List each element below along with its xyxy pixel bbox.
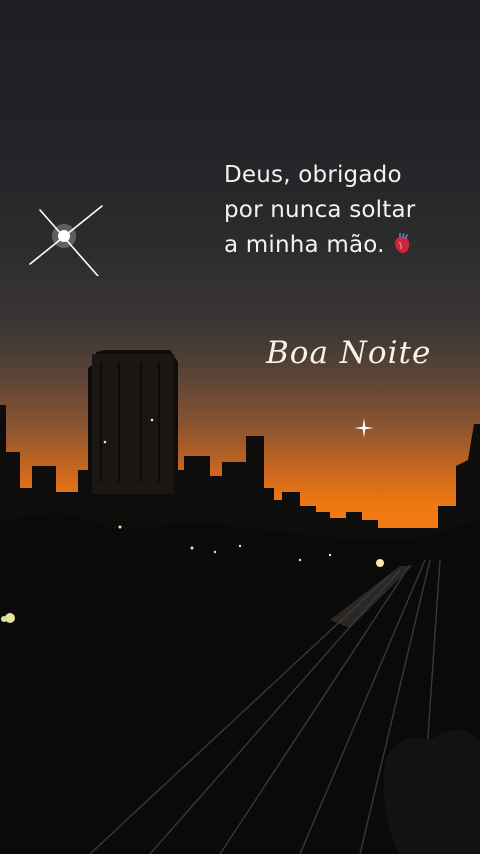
quote-text: Deus, obrigado por nunca soltar a minha … bbox=[224, 158, 464, 263]
quote-line: por nunca soltar bbox=[224, 197, 416, 223]
anatomical-heart-icon bbox=[394, 233, 409, 254]
quote-line: a minha mão. bbox=[224, 228, 464, 263]
quote-line: Deus, obrigado bbox=[224, 162, 402, 188]
photo-scene: Deus, obrigado por nunca soltar a minha … bbox=[0, 0, 480, 854]
sparkle-icon bbox=[29, 205, 103, 276]
greeting-title: Boa Noite bbox=[266, 335, 432, 371]
quote-line-text: a minha mão. bbox=[224, 232, 385, 258]
sparkle-icon bbox=[354, 418, 374, 438]
city-skyline bbox=[0, 350, 480, 854]
